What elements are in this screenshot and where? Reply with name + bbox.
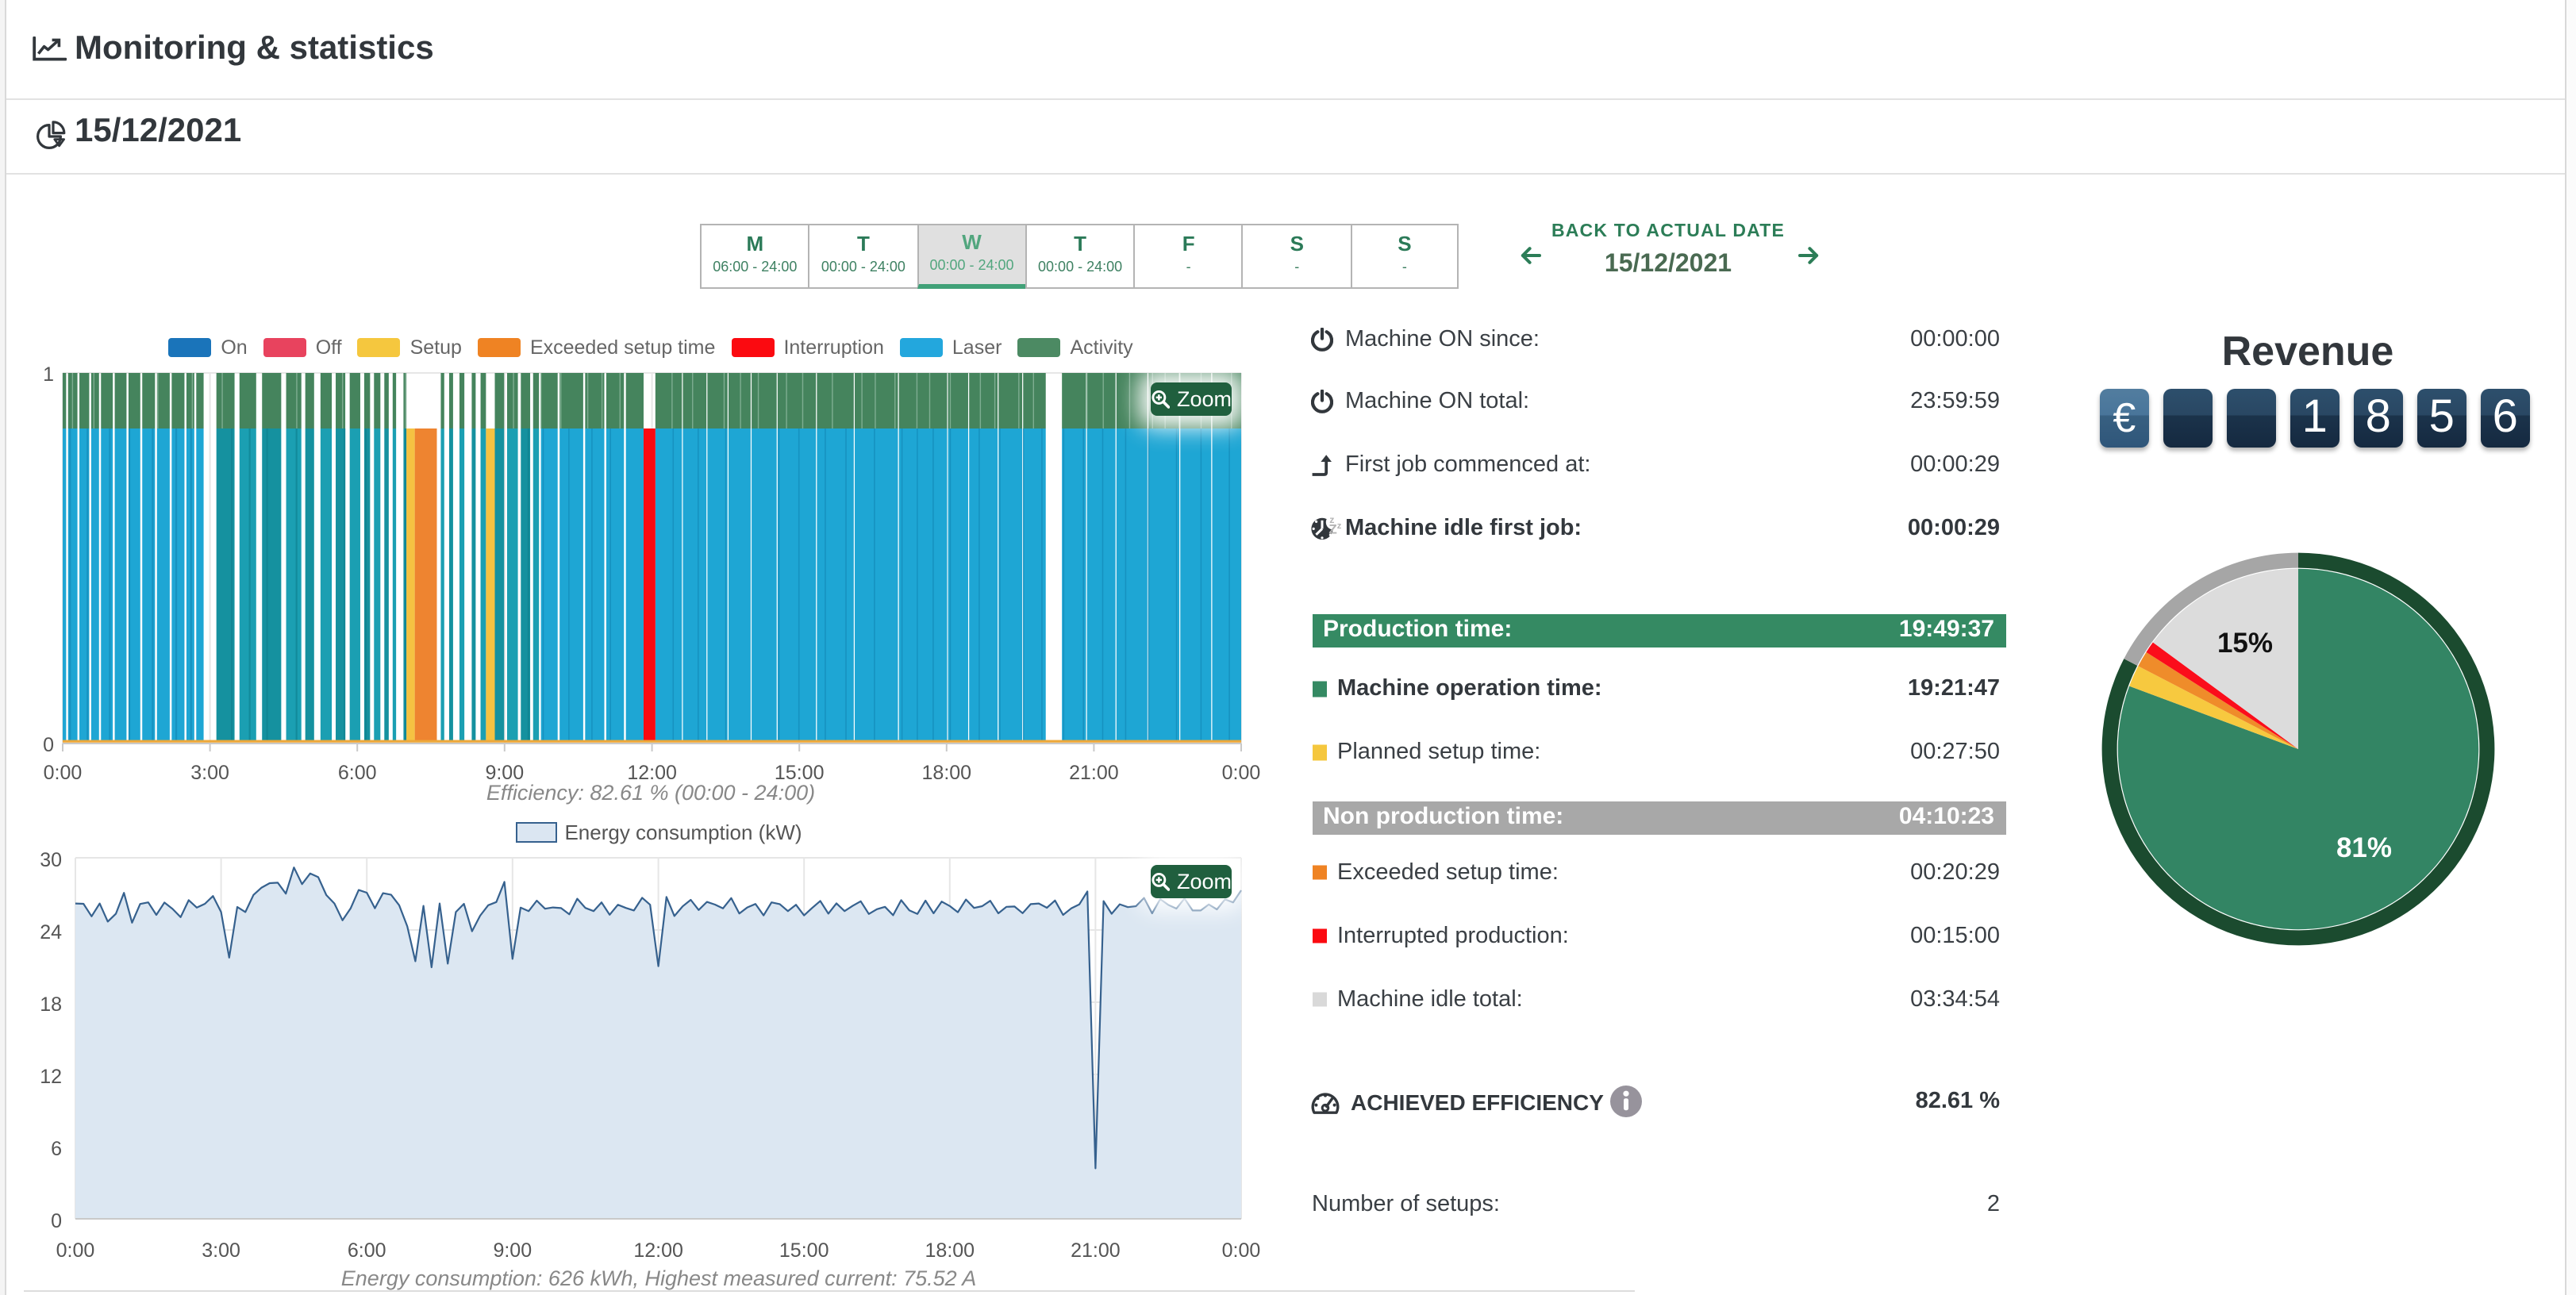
svg-text:0: 0 (51, 1210, 62, 1232)
svg-text:12: 12 (40, 1066, 62, 1088)
svg-text:z: z (1337, 521, 1342, 531)
svg-text:18: 18 (40, 993, 62, 1016)
svg-text:6:00: 6:00 (348, 1239, 386, 1262)
svg-text:0:00: 0:00 (44, 762, 83, 784)
svg-text:9:00: 9:00 (493, 1239, 532, 1262)
svg-text:24: 24 (40, 921, 62, 943)
svg-text:15:00: 15:00 (779, 1239, 829, 1262)
svg-text:30: 30 (40, 849, 62, 871)
svg-text:0:00: 0:00 (1222, 762, 1261, 784)
svg-text:0:00: 0:00 (1222, 1239, 1261, 1262)
svg-text:18:00: 18:00 (925, 1239, 975, 1262)
svg-text:15%: 15% (2217, 628, 2273, 659)
svg-text:81%: 81% (2336, 832, 2392, 863)
svg-text:6: 6 (51, 1138, 62, 1160)
svg-text:Z: Z (1328, 522, 1336, 537)
svg-text:3:00: 3:00 (202, 1239, 240, 1262)
svg-text:12:00: 12:00 (633, 1239, 683, 1262)
svg-text:1: 1 (43, 363, 54, 386)
svg-text:21:00: 21:00 (1071, 1239, 1121, 1262)
svg-text:0:00: 0:00 (56, 1239, 95, 1262)
svg-text:0: 0 (43, 734, 54, 756)
